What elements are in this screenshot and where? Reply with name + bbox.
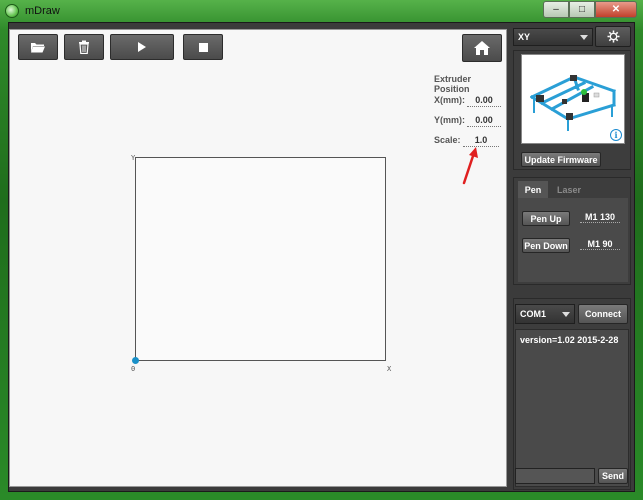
app-window: mDraw – □ ✕ Extruder Position X(mm): 0.0… (0, 0, 643, 500)
x-position-value: 0.00 (467, 95, 501, 107)
drawing-area[interactable] (135, 157, 386, 361)
window-controls: – □ ✕ (543, 1, 637, 18)
home-icon (474, 41, 490, 55)
clear-button[interactable] (64, 34, 104, 60)
origin-point (132, 357, 139, 364)
annotation-arrow-icon (462, 147, 478, 185)
tab-pen[interactable]: Pen (518, 181, 548, 198)
pen-down-button[interactable]: Pen Down (522, 238, 570, 253)
folder-open-icon (31, 43, 45, 53)
update-firmware-button[interactable]: Update Firmware (521, 152, 601, 167)
send-button[interactable]: Send (598, 468, 628, 484)
y-position-label: Y(mm): (434, 115, 465, 125)
trash-icon (79, 40, 89, 54)
stop-button[interactable] (183, 34, 223, 60)
x-axis-label: X (387, 365, 392, 373)
y-axis-label: Y (131, 154, 136, 162)
x-position-label: X(mm): (434, 95, 465, 105)
play-icon (138, 42, 146, 52)
stop-icon (198, 42, 208, 52)
canvas-area: Extruder Position X(mm): 0.00 Y(mm): 0.0… (9, 29, 507, 487)
app-logo-icon (5, 4, 19, 18)
origin-label: 0 (131, 365, 136, 373)
title-bar[interactable]: mDraw – □ ✕ (0, 0, 643, 22)
tab-laser[interactable]: Laser (552, 181, 586, 198)
pen-up-button[interactable]: Pen Up (522, 211, 570, 226)
machine-select[interactable]: XY (513, 28, 593, 46)
com-port-select[interactable]: COM1 (515, 304, 575, 324)
pen-down-value[interactable]: M1 90 (580, 239, 620, 250)
pen-control-panel: Pen Laser Pen Up M1 130 Pen Down M1 90 (513, 177, 631, 285)
info-icon[interactable]: i (610, 129, 622, 141)
pen-settings: Pen Up M1 130 Pen Down M1 90 (518, 198, 628, 282)
machine-panel: i Update Firmware (513, 50, 631, 170)
xy-plotter-image: i (521, 54, 625, 144)
minimize-button[interactable]: – (543, 1, 569, 18)
chevron-down-icon (562, 312, 570, 317)
settings-button[interactable] (595, 26, 631, 47)
machine-select-value: XY (518, 32, 531, 42)
command-input[interactable] (515, 468, 595, 484)
console-line: version=1.02 2015-2-28 (520, 335, 619, 345)
console-output: version=1.02 2015-2-28 (515, 329, 629, 487)
start-button[interactable] (110, 34, 174, 60)
gear-icon (607, 30, 619, 43)
y-position-value: 0.00 (467, 115, 501, 127)
maximize-button[interactable]: □ (569, 1, 595, 18)
window-title: mDraw (25, 5, 60, 17)
home-button[interactable] (462, 34, 502, 62)
com-port-value: COM1 (520, 309, 547, 319)
plotter-illustration (529, 75, 616, 131)
extruder-position-heading: Extruder Position (434, 74, 472, 94)
scale-label: Scale: (434, 135, 461, 145)
connect-button[interactable]: Connect (578, 304, 628, 324)
pen-up-value[interactable]: M1 130 (580, 212, 620, 223)
open-file-button[interactable] (18, 34, 58, 60)
close-button[interactable]: ✕ (595, 1, 637, 18)
chevron-down-icon (580, 35, 588, 40)
